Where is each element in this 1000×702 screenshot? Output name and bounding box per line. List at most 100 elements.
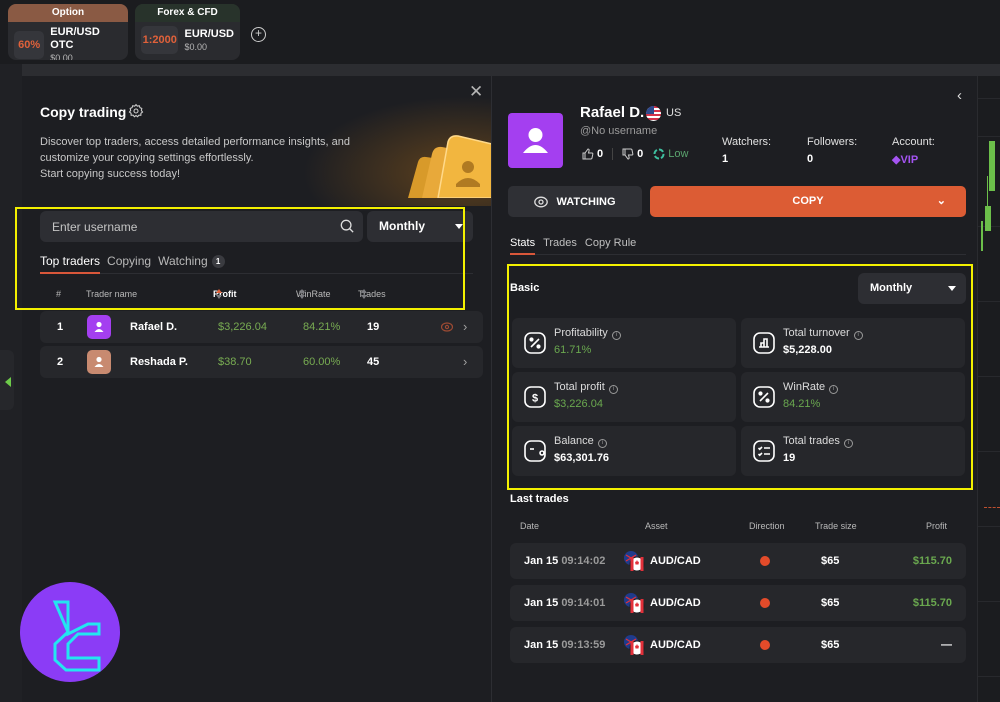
risk-ring-icon	[653, 148, 665, 160]
likes-count: 0	[597, 148, 604, 160]
table-header: # Trader name Profit WinRate Trades	[38, 289, 488, 303]
trader-rank: 2	[57, 356, 64, 368]
eye-icon	[534, 196, 549, 207]
gear-icon[interactable]	[128, 103, 144, 119]
asset-tab-category: Forex & CFD	[135, 4, 240, 22]
eye-icon[interactable]	[441, 322, 453, 332]
svg-text:$: $	[532, 393, 538, 405]
us-flag-icon	[646, 106, 661, 121]
trade-asset: AUD/CAD	[650, 639, 701, 651]
stat-card-total-turnover: Total turnover i $5,228.00	[741, 318, 965, 368]
copy-button[interactable]: COPY ⌄	[650, 186, 966, 217]
stat-label-text: WinRate	[783, 381, 826, 393]
percent-icon	[524, 332, 546, 354]
chevron-left-icon[interactable]: ‹	[957, 87, 962, 104]
thumbs-up-icon[interactable]	[582, 148, 594, 160]
trade-size: $65	[821, 597, 840, 609]
watching-button[interactable]: WATCHING	[508, 186, 642, 217]
info-icon[interactable]: i	[611, 331, 621, 340]
stat-value: 61.71%	[554, 344, 592, 356]
chevron-down-icon[interactable]: ⌄	[937, 186, 946, 217]
chart-gridline	[978, 98, 1000, 99]
chart-gridline	[978, 601, 1000, 602]
asset-amount: $0.00	[50, 53, 73, 60]
trader-country: US	[666, 107, 682, 119]
stat-value: 19	[783, 452, 796, 464]
close-icon[interactable]: ✕	[469, 83, 483, 100]
direction-down-icon	[760, 640, 770, 650]
followers-stat: Followers: 0	[807, 136, 857, 165]
info-icon[interactable]: i	[597, 439, 607, 448]
trader-name-heading: Rafael D.	[580, 104, 645, 121]
stat-value: $63,301.76	[554, 452, 610, 464]
trade-date: Jan 15	[524, 597, 559, 609]
tab-trades[interactable]: Trades	[543, 237, 577, 255]
trader-rank: 1	[57, 321, 64, 333]
stat-label-text: Total profit	[554, 381, 605, 393]
col-date: Date	[520, 521, 540, 531]
trade-datetime: Jan 15 09:14:01	[524, 585, 605, 621]
trade-profit: —	[941, 639, 952, 651]
stat-value: $3,226.04	[554, 398, 603, 410]
chevron-right-icon[interactable]: ›	[463, 346, 467, 378]
trade-asset: AUD/CAD	[650, 555, 701, 567]
chevron-right-icon[interactable]: ›	[463, 311, 467, 343]
info-icon[interactable]: i	[829, 385, 839, 394]
panel-description: Discover top traders, access detailed pe…	[40, 134, 380, 182]
col-asset: Asset	[645, 521, 668, 531]
chart-gridline	[978, 451, 1000, 452]
copy-label: COPY	[792, 195, 824, 207]
watching-label: WATCHING	[556, 195, 616, 208]
separator	[612, 148, 614, 160]
app-root: Option 60% EUR/USD OTC $0.00 Forex & CFD…	[0, 0, 1000, 702]
trade-row: Jan 15 09:13:59 AUD/CAD $65 —	[510, 627, 966, 663]
stat-label: WinRate i	[783, 381, 839, 394]
info-icon[interactable]: i	[608, 385, 618, 394]
tab-stats[interactable]: Stats	[510, 237, 536, 255]
chart-bars-icon	[753, 332, 775, 354]
aud-cad-flags-icon	[624, 593, 645, 614]
candle	[985, 206, 991, 231]
stat-label: Total profit i	[554, 381, 618, 394]
stat-label: Total turnover i	[783, 327, 863, 340]
thumbs-down-icon[interactable]	[622, 148, 634, 160]
trader-avatar-large	[508, 113, 563, 168]
description-line: customize your copying settings effortle…	[40, 152, 254, 164]
trade-profit: $115.70	[912, 555, 952, 567]
tab-copy-rule[interactable]: Copy Rule	[585, 237, 636, 255]
add-tab-button[interactable]: +	[251, 27, 266, 42]
stat-card-balance: Balance i $63,301.76	[512, 426, 736, 476]
trader-trades: 19	[367, 321, 380, 333]
trader-row[interactable]: 2 Reshada P. $38.70 60.00% 45 ›	[40, 346, 483, 378]
trade-date: Jan 15	[524, 555, 559, 567]
stats-period-select[interactable]: Monthly	[858, 273, 966, 304]
info-icon[interactable]: i	[843, 439, 853, 448]
trader-avatar	[87, 315, 111, 339]
stat-label: Balance i	[554, 435, 607, 448]
trade-size: $65	[821, 555, 840, 567]
collapse-arrow-icon[interactable]	[5, 377, 11, 387]
asset-tab-option[interactable]: Option 60% EUR/USD OTC $0.00	[8, 4, 128, 60]
stat-card-total-trades: Total trades i 19	[741, 426, 965, 476]
info-icon[interactable]: i	[853, 331, 863, 340]
trade-row: Jan 15 09:14:02 AUD/CAD $65 $115.70	[510, 543, 966, 579]
payout-badge: 60%	[14, 31, 45, 59]
trader-row[interactable]: 1 Rafael D. $3,226.04 84.21% 19 ›	[40, 311, 483, 343]
leverage-badge: 1:2000	[141, 26, 179, 54]
watchers-value: 1	[722, 153, 729, 165]
asset-name: EUR/USD OTC	[50, 26, 100, 51]
stat-value: 84.21%	[783, 398, 821, 410]
direction-down-icon	[760, 598, 770, 608]
stat-label-text: Total trades	[783, 435, 840, 447]
period-value: Monthly	[870, 282, 913, 294]
watchers-stat: Watchers: 1	[722, 136, 771, 165]
col-direction: Direction	[749, 521, 785, 531]
dislikes-count: 0	[637, 148, 644, 160]
chart-gridline	[978, 376, 1000, 377]
asset-tab-forex[interactable]: Forex & CFD 1:2000 EUR/USD $0.00	[135, 4, 240, 60]
description-line: Discover top traders, access detailed pe…	[40, 136, 350, 148]
wallet-icon	[524, 440, 546, 462]
risk-indicator: Low	[653, 148, 688, 160]
col-trader-name: Trader name	[86, 289, 138, 299]
trader-winrate: 60.00%	[303, 356, 341, 368]
